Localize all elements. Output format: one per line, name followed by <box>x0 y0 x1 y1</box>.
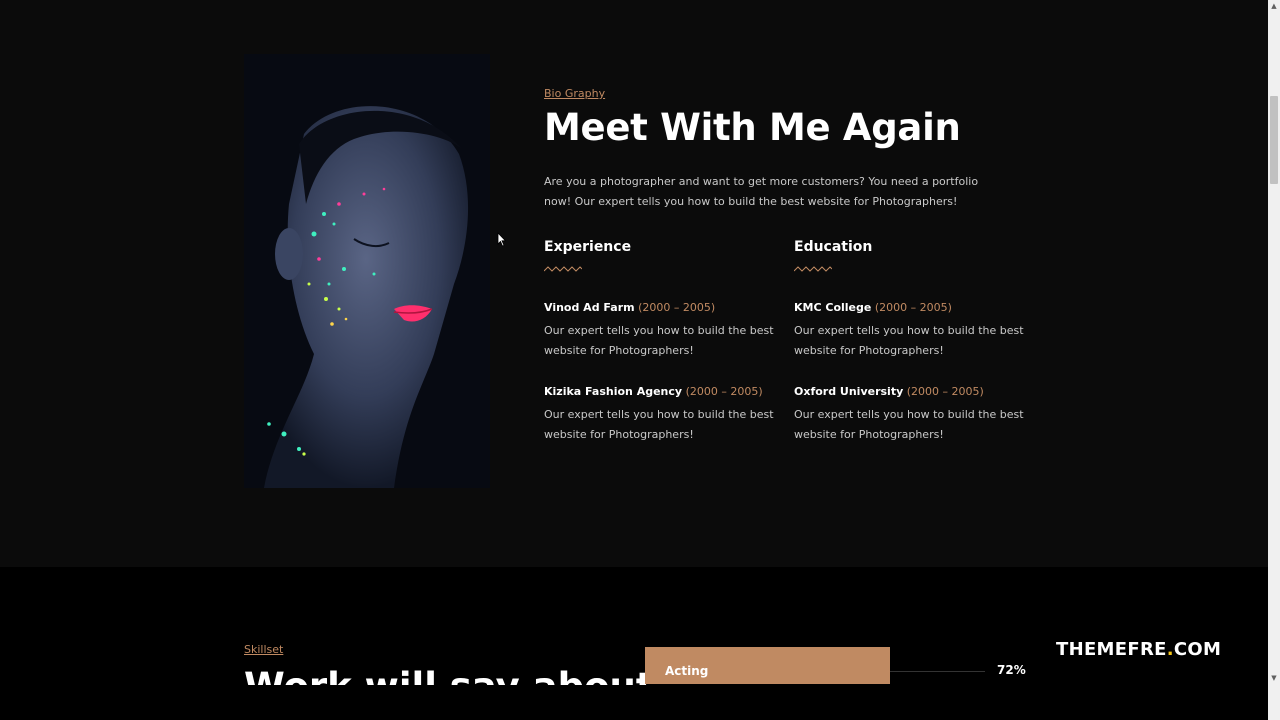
watermark-tld: COM <box>1173 639 1222 660</box>
entry-description: Our expert tells you how to build the be… <box>544 324 774 357</box>
scroll-up-arrow-icon[interactable]: ▲ <box>1268 0 1280 12</box>
watermark-dot: . <box>1166 639 1174 660</box>
vertical-scrollbar[interactable]: ▲ ▼ <box>1268 0 1280 720</box>
education-entry: KMC College (2000 – 2005) Our expert tel… <box>794 301 1034 361</box>
skill-label: Acting <box>665 664 709 678</box>
bio-headline: Meet With Me Again <box>544 106 961 149</box>
entry-org: Vinod Ad Farm <box>544 301 635 314</box>
scroll-down-arrow-icon[interactable]: ▼ <box>1268 672 1280 684</box>
entry-org: Kizika Fashion Agency <box>544 385 683 398</box>
entry-years: (2000 – 2005) <box>906 385 984 398</box>
portrait-image <box>244 54 490 488</box>
portrait-illustration <box>244 54 490 488</box>
bio-intro-text: Are you a photographer and want to get m… <box>544 175 979 208</box>
mouse-pointer-icon <box>497 232 507 247</box>
education-column: Education KMC College (2000 – 2005) Our … <box>794 239 1024 441</box>
entry-years: (2000 – 2005) <box>685 385 763 398</box>
entry-title: Vinod Ad Farm (2000 – 2005) <box>544 301 784 315</box>
zigzag-divider-icon <box>544 266 582 272</box>
bio-eyebrow-link[interactable]: Bio Graphy <box>544 87 605 100</box>
entry-years: (2000 – 2005) <box>874 301 952 314</box>
bio-section: Bio Graphy Meet With Me Again Are you a … <box>0 0 1268 567</box>
experience-entry: Vinod Ad Farm (2000 – 2005) Our expert t… <box>544 301 784 361</box>
entry-org: KMC College <box>794 301 872 314</box>
skill-bar-acting: Acting 72% <box>645 647 1026 684</box>
entry-description: Our expert tells you how to build the be… <box>794 324 1024 357</box>
experience-title: Experience <box>544 239 632 255</box>
education-title: Education <box>794 239 873 255</box>
entry-years: (2000 – 2005) <box>638 301 716 314</box>
experience-entry: Kizika Fashion Agency (2000 – 2005) Our … <box>544 385 784 445</box>
skill-percent: 72% <box>997 663 1026 677</box>
skills-headline: Work will say about <box>244 665 654 685</box>
entry-title: Oxford University (2000 – 2005) <box>794 385 1034 399</box>
entry-org: Oxford University <box>794 385 904 398</box>
skill-bar-track <box>890 671 985 672</box>
experience-column: Experience Vinod Ad Farm (2000 – 2005) O… <box>544 239 774 441</box>
zigzag-divider-icon <box>794 266 832 272</box>
entry-title: Kizika Fashion Agency (2000 – 2005) <box>544 385 784 399</box>
education-entry: Oxford University (2000 – 2005) Our expe… <box>794 385 1034 445</box>
skills-eyebrow-link[interactable]: Skillset <box>244 643 283 656</box>
entry-description: Our expert tells you how to build the be… <box>794 408 1024 441</box>
watermark-logo: THEMEFRE.COM <box>1056 639 1221 660</box>
entry-title: KMC College (2000 – 2005) <box>794 301 1034 315</box>
entry-description: Our expert tells you how to build the be… <box>544 408 774 441</box>
page: Bio Graphy Meet With Me Again Are you a … <box>0 0 1268 720</box>
scrollbar-thumb[interactable] <box>1270 96 1278 184</box>
watermark-brand: THEMEFRE <box>1056 639 1167 660</box>
